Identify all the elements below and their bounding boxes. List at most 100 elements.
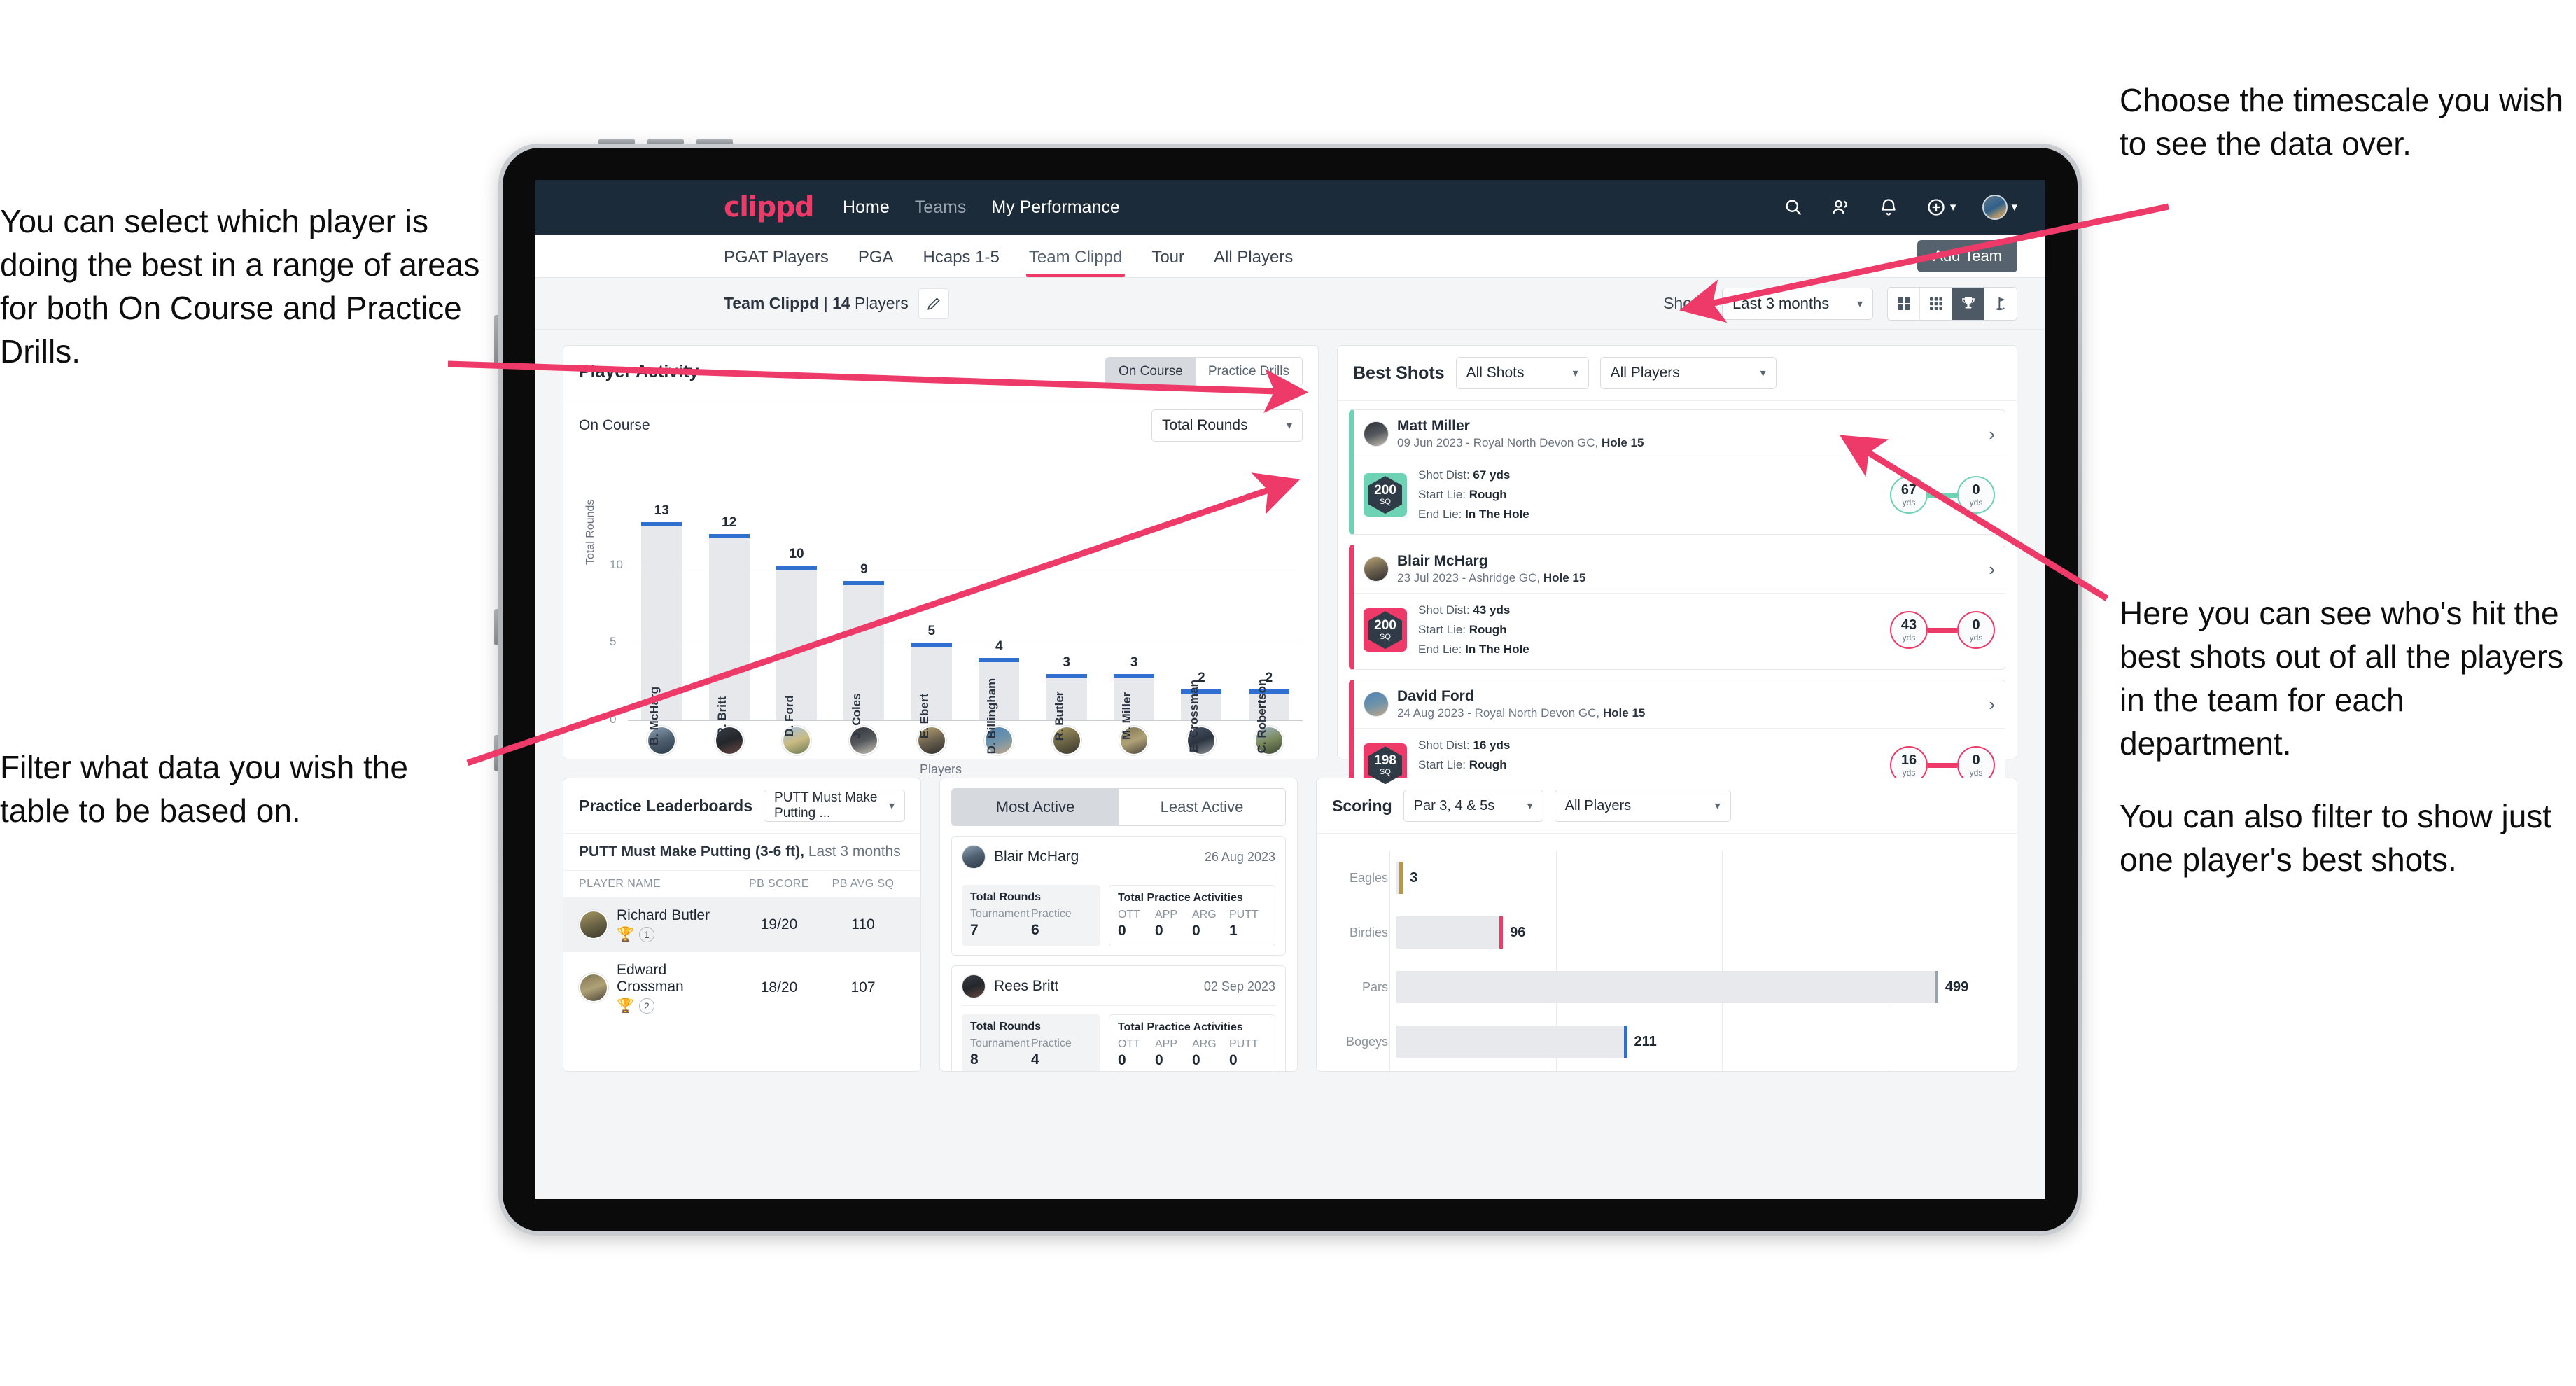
rounds-key: Practice	[1031, 1037, 1072, 1049]
chart-bar[interactable]: J. Coles	[844, 581, 885, 739]
period-select[interactable]: Last 3 months ▾	[1722, 287, 1873, 320]
scoring-bar[interactable]	[1396, 916, 1504, 948]
table-row[interactable]: Richard Butler 🏆 1 19/20 110	[564, 897, 920, 952]
shot-dist-line: Shot Dist: 67 yds	[1418, 468, 1511, 482]
scoring-bar-row[interactable]: Pars 499	[1332, 960, 2001, 1014]
chart-bar-label: J. Coles	[850, 693, 864, 739]
people-icon[interactable]	[1830, 197, 1851, 218]
scoring-bar-row[interactable]: Eagles 3	[1332, 850, 2001, 905]
nav-link-teams[interactable]: Teams	[915, 197, 967, 218]
tab-hcaps-1-5[interactable]: Hcaps 1-5	[923, 248, 1000, 277]
chart-bar[interactable]: R. Britt	[708, 534, 750, 736]
rounds-value: 6	[1031, 922, 1040, 938]
chart-bar-group[interactable]: 3 R. Butler	[1032, 503, 1100, 741]
tab-most-active[interactable]: Most Active	[952, 789, 1119, 825]
rounds-value: 4	[1031, 1051, 1040, 1068]
chart-bar[interactable]: E. Ebert	[911, 643, 952, 738]
chart-bar[interactable]: M. Miller	[1114, 674, 1155, 740]
nav-link-home[interactable]: Home	[843, 197, 890, 218]
avatar	[962, 845, 986, 869]
activity-card: Most Active Least Active Blair McHarg 26 …	[939, 778, 1298, 1072]
bell-icon[interactable]	[1878, 197, 1899, 218]
annotation-left-top-text: You can select which player is doing the…	[0, 203, 480, 370]
chart-bar-group[interactable]: 3 M. Miller	[1100, 503, 1168, 740]
par-filter-select[interactable]: Par 3, 4 & 5s ▾	[1403, 790, 1544, 822]
segment-on-course[interactable]: On Course	[1106, 358, 1196, 386]
chart-bar-value: 3	[1130, 655, 1138, 670]
chart-bar-group[interactable]: 13 B. McHarg	[628, 503, 695, 746]
add-team-tooltip: Add Team	[1917, 240, 2017, 272]
practice-activities-title: Total Practice Activities	[1118, 892, 1243, 904]
grid-large-icon[interactable]	[1888, 287, 1920, 320]
chart-bar[interactable]: C. Robertson	[1248, 679, 1289, 753]
table-row[interactable]: Edward Crossman 🏆 2 18/20 107	[564, 952, 920, 1023]
activity-player-card[interactable]: Rees Britt 02 Sep 2023 Total Rounds Tournam…	[951, 965, 1286, 1071]
scoring-bar[interactable]	[1396, 971, 1938, 1003]
par-filter-value: Par 3, 4 & 5s	[1413, 797, 1495, 813]
chart-bar-group[interactable]: 5 E. Ebert	[898, 503, 965, 738]
metric-select[interactable]: Total Rounds ▾	[1152, 410, 1303, 442]
chart-bar-group[interactable]: 4 D. Billingham	[965, 503, 1032, 754]
chevron-right-icon[interactable]: ›	[1989, 694, 1995, 715]
search-icon[interactable]	[1783, 197, 1804, 218]
clippd-logo[interactable]: clippd	[724, 191, 815, 223]
segment-practice-drills[interactable]: Practice Drills	[1195, 358, 1302, 386]
chart-bar[interactable]: E. Crossman	[1181, 680, 1222, 752]
nav-link-my-performance[interactable]: My Performance	[991, 197, 1119, 218]
chart-bar-group[interactable]: 9 J. Coles	[830, 503, 897, 739]
drill-select-value: PUTT Must Make Putting ...	[774, 790, 878, 820]
best-shot-card[interactable]: Blair McHarg 23 Jul 2023 - Ashridge GC, H…	[1349, 545, 2005, 671]
tab-least-active[interactable]: Least Active	[1119, 789, 1285, 825]
add-menu[interactable]: ▾	[1926, 197, 1956, 218]
chart-bar[interactable]: D. Billingham	[979, 658, 1020, 754]
scoring-bar[interactable]	[1396, 1026, 1628, 1058]
end-lie-line: End Lie: In The Hole	[1418, 507, 1530, 522]
chart-bar[interactable]: R. Butler	[1046, 674, 1087, 741]
scoring-title: Scoring	[1332, 796, 1392, 815]
scoring-bar-row[interactable]: Bogeys 211	[1332, 1014, 2001, 1069]
scoring-bar-row[interactable]: Birdies 96	[1332, 905, 2001, 960]
chart-bar[interactable]: D. Ford	[776, 566, 818, 737]
edit-team-button[interactable]	[918, 288, 949, 319]
avatar[interactable]	[1982, 195, 2008, 220]
scoring-bar-cap	[1623, 1026, 1628, 1058]
best-shots-player-filter[interactable]: All Players ▾	[1600, 357, 1777, 389]
view-toggle-group	[1887, 286, 2017, 321]
chart-bar-group[interactable]: 2 E. Crossman	[1168, 503, 1235, 752]
drill-select[interactable]: PUTT Must Make Putting ... ▾	[764, 790, 905, 822]
chevron-right-icon[interactable]: ›	[1989, 424, 1995, 445]
tab-pga[interactable]: PGA	[858, 248, 894, 277]
rounds-key: Tournament	[970, 908, 1030, 920]
flag-icon[interactable]	[1984, 288, 2017, 320]
start-lie-line: Start Lie: Rough	[1418, 758, 1507, 772]
scoring-player-filter[interactable]: All Players ▾	[1554, 790, 1731, 822]
dashboard-row-1: Player Activity On Course Practice Drill…	[563, 345, 2017, 806]
chart-bar-group[interactable]: 2 C. Robertson	[1236, 503, 1303, 753]
shot-end-value: 0	[1972, 617, 1980, 634]
chart-bar-group[interactable]: 12 R. Britt	[695, 503, 762, 736]
shot-end-unit: yds	[1969, 498, 1983, 508]
practice-value: 0	[1192, 923, 1200, 939]
total-rounds-keys: Tournament Practice	[970, 908, 1092, 920]
grid-small-icon[interactable]	[1920, 287, 1952, 320]
shot-start-unit: yds	[1902, 768, 1916, 778]
scoring-bar[interactable]	[1396, 862, 1404, 894]
activity-player-card[interactable]: Blair McHarg 26 Aug 2023 Total Rounds Tourn…	[951, 836, 1286, 955]
chart-bar[interactable]: B. McHarg	[641, 522, 682, 746]
activity-player-name: Rees Britt	[994, 978, 1059, 994]
scoring-card: Scoring Par 3, 4 & 5s ▾ All Players ▾ Ea…	[1316, 778, 2017, 1072]
chevron-right-icon[interactable]: ›	[1989, 559, 1995, 580]
practice-key: PUTT	[1229, 909, 1259, 920]
tab-team-clippd[interactable]: Team Clippd	[1026, 248, 1126, 277]
best-shot-card[interactable]: Matt Miller 09 Jun 2023 - Royal North Dev…	[1349, 410, 2005, 536]
activity-card-body: Total Rounds Tournament Practice 8 4 Total Pr…	[962, 1014, 1275, 1071]
best-shots-shot-filter[interactable]: All Shots ▾	[1455, 357, 1589, 389]
user-menu[interactable]: ▾	[1982, 195, 2017, 220]
tab-tour[interactable]: Tour	[1152, 248, 1184, 277]
tab-all-players[interactable]: All Players	[1214, 248, 1293, 277]
scoring-chart: Eagles 3 Birdies 96 Pars 499 Bogeys 211	[1317, 834, 2017, 1071]
plus-circle-icon[interactable]	[1926, 197, 1947, 218]
chart-bar-group[interactable]: 10 D. Ford	[763, 503, 830, 737]
trophy-icon[interactable]	[1952, 287, 1984, 320]
tab-pgat-players[interactable]: PGAT Players	[724, 248, 829, 277]
